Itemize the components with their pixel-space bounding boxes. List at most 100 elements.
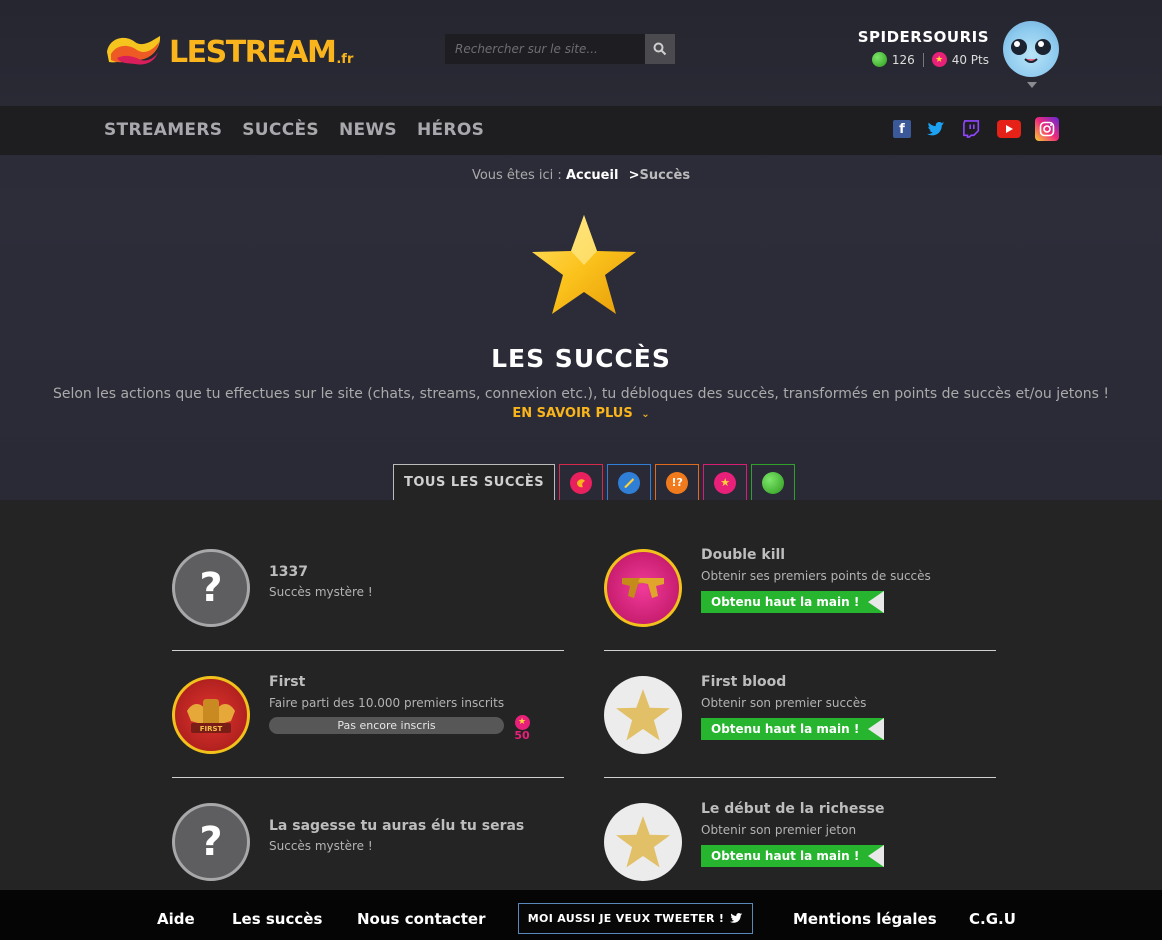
lestream-category-icon [570,471,593,494]
status-badge: Obtenu haut la main ! [701,591,884,613]
achievement-desc: Succès mystère ! [269,585,373,599]
achievement-desc: Obtenir ses premiers points de succès [701,569,931,583]
twitter-icon[interactable] [925,117,947,141]
tab-category-points[interactable]: ★ [703,464,748,500]
achievement-desc: Faire parti des 10.000 premiers inscrits [269,696,505,710]
stats-divider [922,52,924,67]
username: SPIDERSOURIS [857,28,989,46]
achievement-title: 1337 [269,564,308,580]
breadcrumb-current: Succès [639,168,691,183]
tweet-label: MOI AUSSI JE VEUX TWEETER ! [527,912,725,925]
star-badge-icon [604,676,682,754]
top-bar: LESTREAM .fr SPIDERSOURIS 126 ★ 40 Pts [0,0,1162,106]
coin-count: 126 [891,52,915,67]
search-button[interactable] [645,34,675,64]
footer: Aide Les succès Nous contacter MOI AUSSI… [0,890,1162,940]
tab-all-achievements[interactable]: TOUS LES SUCCÈS [393,464,556,500]
achievement-desc: Obtenir son premier jeton [701,823,857,837]
points-category-icon: ★ [714,471,737,494]
search-icon [653,42,667,56]
achievement-title: First blood [701,674,787,690]
logo-mark-icon [103,30,163,70]
tab-category-stream[interactable] [607,464,652,500]
first-badge-icon: FIRST [172,676,250,754]
footer-link-cgu[interactable]: C.G.U [969,910,1016,928]
achievement-desc: Succès mystère ! [269,839,373,853]
chevron-down-icon: ⌄ [641,409,650,420]
social-links: f [893,117,1059,141]
user-info[interactable]: SPIDERSOURIS 126 ★ 40 Pts [858,28,989,67]
stream-category-icon [618,471,641,494]
mystery-badge-icon: ? [172,549,250,627]
twitch-icon[interactable] [961,117,983,141]
avatar[interactable] [1003,21,1059,77]
page-intro: Selon les actions que tu effectues sur l… [52,386,1110,402]
footer-link-legal[interactable]: Mentions légales [793,910,937,928]
footer-link-help[interactable]: Aide [157,910,195,928]
footer-link-achievements[interactable]: Les succès [232,910,322,928]
user-stats: 126 ★ 40 Pts [858,52,989,67]
svg-text:FIRST: FIRST [200,725,223,733]
achievement-title: La sagesse tu auras élu tu seras [269,818,525,834]
achievement-1337[interactable]: ? 1337 Succès mystère ! [172,524,564,651]
breadcrumb: Vous êtes ici : Accueil >Succès [0,168,1162,183]
logo-tld: .fr [336,52,354,67]
nav-item-news[interactable]: NEWS [339,120,397,140]
status-label: Obtenu haut la main ! [711,849,860,863]
status-badge: Obtenu haut la main ! [701,718,884,740]
achievement-title: Le début de la richesse [701,801,885,817]
star-icon [530,213,638,317]
star-badge-icon [604,803,682,881]
achievement-first[interactable]: FIRST First Faire parti des 10.000 premi… [172,651,564,778]
reward-star-icon: ★ [514,714,530,730]
points-count: 40 Pts [951,52,989,67]
site-logo[interactable]: LESTREAM .fr [103,30,353,70]
footer-link-contact[interactable]: Nous contacter [357,910,486,928]
ribbon-notch [868,845,884,867]
nav-links: STREAMERS SUCCÈS NEWS HÉROS [104,120,484,140]
nav-item-heros[interactable]: HÉROS [417,120,484,140]
achievement-la-sagesse[interactable]: ? La sagesse tu auras élu tu seras Succè… [172,778,564,905]
learn-more-label: EN SAVOIR PLUS [512,406,633,421]
logo-text: LESTREAM [169,35,337,70]
tab-category-chat[interactable]: !? [655,464,700,500]
achievement-debut-richesse[interactable]: Le début de la richesse Obtenir son prem… [604,778,996,905]
chat-category-icon: !? [666,471,689,494]
progress-bar: Pas encore inscris [269,717,504,734]
reward: ★ 50 [513,709,531,742]
ribbon-notch [868,591,884,613]
youtube-icon[interactable] [997,120,1021,138]
tab-category-coins[interactable] [751,464,796,500]
ribbon-notch [868,718,884,740]
breadcrumb-prefix: Vous êtes ici : [471,168,562,183]
tweet-button[interactable]: MOI AUSSI JE VEUX TWEETER ! [518,903,753,934]
category-tabs: TOUS LES SUCCÈS !? ★ [393,464,796,500]
double-kill-badge-icon [604,549,682,627]
nav-item-streamers[interactable]: STREAMERS [104,120,222,140]
status-label: Obtenu haut la main ! [711,722,860,736]
reward-points: 50 [514,728,530,742]
coins-category-icon [762,471,785,494]
achievement-title: Double kill [701,547,786,563]
avatar-dropdown-icon[interactable] [1027,82,1037,88]
mystery-badge-icon: ? [172,803,250,881]
twitter-icon [730,913,743,923]
main-nav: STREAMERS SUCCÈS NEWS HÉROS f [0,106,1162,155]
instagram-icon[interactable] [1035,117,1059,141]
coin-icon [871,52,887,67]
search-bar [445,34,675,64]
breadcrumb-home[interactable]: Accueil [566,168,618,183]
status-label: Obtenu haut la main ! [711,595,860,609]
status-badge: Obtenu haut la main ! [701,845,884,867]
learn-more-link[interactable]: EN SAVOIR PLUS ⌄ [0,406,1162,421]
tab-category-lestream[interactable] [559,464,604,500]
search-input[interactable] [445,34,645,64]
breadcrumb-separator-icon: > [628,168,640,183]
achievement-desc: Obtenir son premier succès [701,696,867,710]
achievement-double-kill[interactable]: Double kill Obtenir ses premiers points … [604,524,996,651]
nav-item-succes[interactable]: SUCCÈS [242,120,319,140]
achievement-first-blood[interactable]: First blood Obtenir son premier succès O… [604,651,996,778]
achievement-title: First [269,674,306,690]
facebook-icon[interactable]: f [893,120,911,138]
page-title: LES SUCCÈS [491,344,671,373]
